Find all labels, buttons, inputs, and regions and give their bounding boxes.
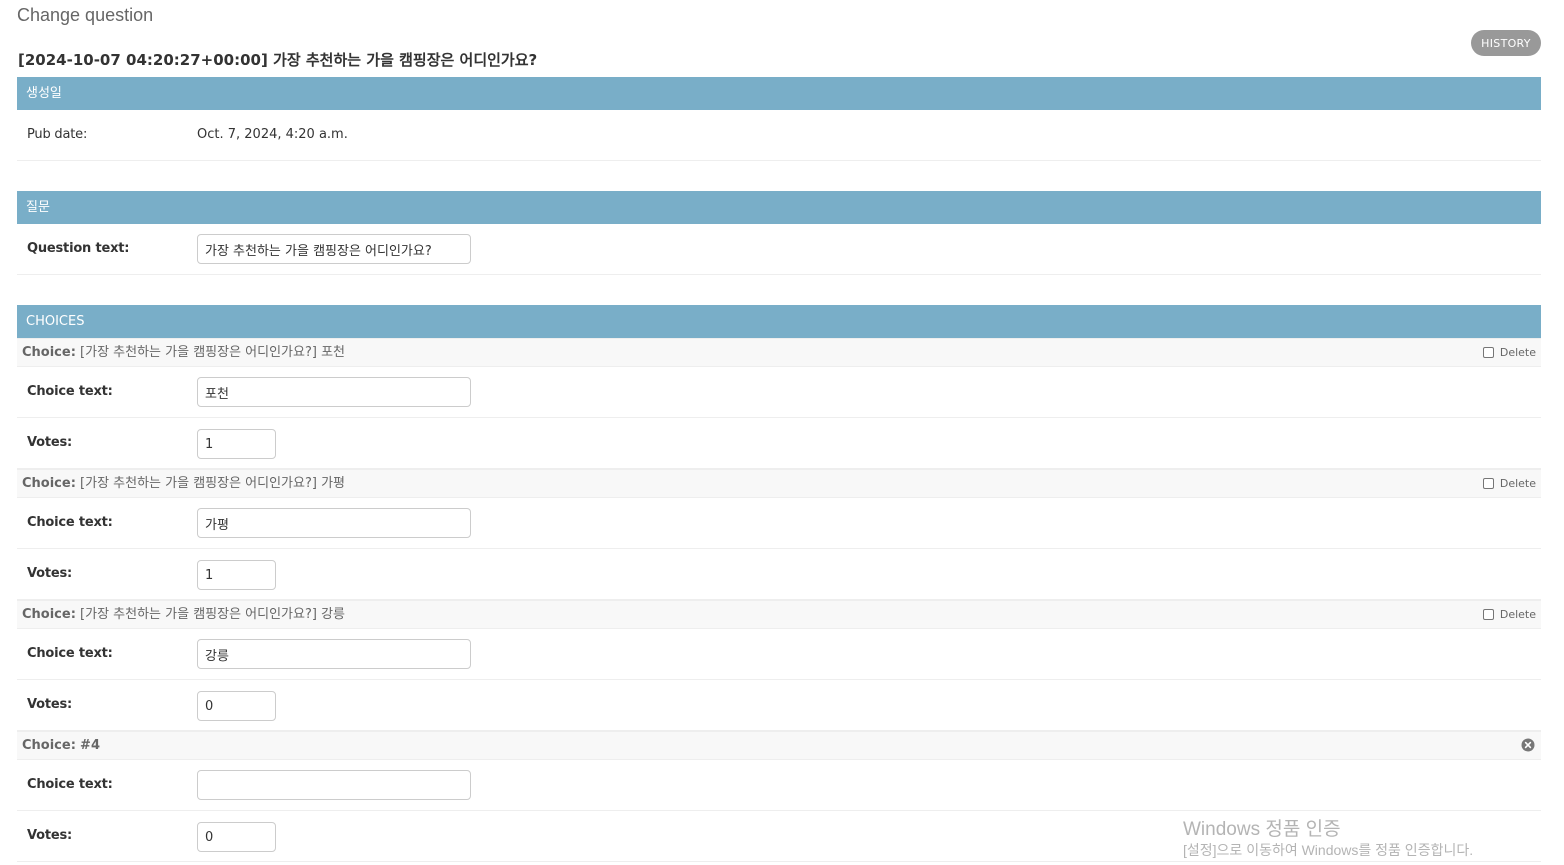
choice-3-votes-row: Votes: bbox=[17, 680, 1541, 731]
question-text-label: Question text: bbox=[27, 241, 130, 256]
choices-inline-group: CHOICES Choice: [가장 추천하는 가을 캠핑장은 어디인가요?]… bbox=[17, 305, 1541, 862]
choice-4-title: Choice: #4 bbox=[22, 738, 100, 753]
choice-2-votes-row: Votes: bbox=[17, 549, 1541, 600]
question-text-row: Question text: bbox=[17, 224, 1541, 275]
choice-1-delete[interactable]: Delete bbox=[1482, 339, 1536, 366]
choice-1-text-label: Choice text: bbox=[27, 384, 113, 399]
choice-3-header: Choice: [가장 추천하는 가을 캠핑장은 어디인가요?] 강릉 Dele… bbox=[17, 600, 1541, 629]
remove-inline-x-circle-icon[interactable] bbox=[1521, 738, 1535, 752]
choice-1-title: Choice: [가장 추천하는 가을 캠핑장은 어디인가요?] 포천 bbox=[22, 345, 345, 360]
choice-3-title: Choice: [가장 추천하는 가을 캠핑장은 어디인가요?] 강릉 bbox=[22, 607, 345, 622]
choice-1-delete-checkbox[interactable] bbox=[1482, 347, 1494, 358]
choice-3-text-row: Choice text: bbox=[17, 629, 1541, 680]
choice-3-votes-input[interactable] bbox=[197, 691, 276, 721]
choice-1-text-input[interactable] bbox=[197, 377, 471, 407]
choice-2-delete-label: Delete bbox=[1499, 477, 1536, 490]
choice-1-votes-row: Votes: bbox=[17, 418, 1541, 469]
choice-3-delete-checkbox[interactable] bbox=[1482, 609, 1494, 620]
history-button[interactable]: HISTORY bbox=[1471, 30, 1541, 56]
choice-4-header: Choice: #4 bbox=[17, 731, 1541, 760]
choice-2-votes-input[interactable] bbox=[197, 560, 276, 590]
choice-2-delete-checkbox[interactable] bbox=[1482, 478, 1494, 489]
choice-4-votes-input[interactable] bbox=[197, 822, 276, 852]
choice-4-text-row: Choice text: bbox=[17, 760, 1541, 811]
question-text-input[interactable] bbox=[197, 234, 471, 264]
choice-1-delete-label: Delete bbox=[1499, 346, 1536, 359]
choice-1-header: Choice: [가장 추천하는 가을 캠핑장은 어디인가요?] 포천 Dele… bbox=[17, 338, 1541, 367]
question-fieldset: 질문 Question text: bbox=[17, 191, 1541, 275]
choice-1-votes-label: Votes: bbox=[27, 435, 73, 450]
choice-3-delete[interactable]: Delete bbox=[1482, 601, 1536, 628]
choice-4-votes-label: Votes: bbox=[27, 828, 73, 843]
date-fieldset: 생성일 Pub date: Oct. 7, 2024, 4:20 a.m. bbox=[17, 77, 1541, 161]
pub-date-value: Oct. 7, 2024, 4:20 a.m. bbox=[197, 127, 348, 142]
choice-1-text-row: Choice text: bbox=[17, 367, 1541, 418]
choice-2-text-row: Choice text: bbox=[17, 498, 1541, 549]
choice-3-delete-label: Delete bbox=[1499, 608, 1536, 621]
choice-2-text-label: Choice text: bbox=[27, 515, 113, 530]
choice-3-text-label: Choice text: bbox=[27, 646, 113, 661]
pub-date-label: Pub date: bbox=[27, 127, 88, 142]
choice-2-header: Choice: [가장 추천하는 가을 캠핑장은 어디인가요?] 가평 Dele… bbox=[17, 469, 1541, 498]
choice-4-text-input[interactable] bbox=[197, 770, 471, 800]
choice-2-text-input[interactable] bbox=[197, 508, 471, 538]
choice-2-delete[interactable]: Delete bbox=[1482, 470, 1536, 497]
date-fieldset-caption: 생성일 bbox=[17, 77, 1541, 110]
pub-date-row: Pub date: Oct. 7, 2024, 4:20 a.m. bbox=[17, 110, 1541, 161]
activation-watermark-subtitle: [설정]으로 이동하여 Windows를 정품 인증합니다. bbox=[1183, 842, 1474, 858]
choice-2-title: Choice: [가장 추천하는 가을 캠핑장은 어디인가요?] 가평 bbox=[22, 476, 345, 491]
choice-1-votes-input[interactable] bbox=[197, 429, 276, 459]
choice-4-text-label: Choice text: bbox=[27, 777, 113, 792]
choice-3-votes-label: Votes: bbox=[27, 697, 73, 712]
choices-caption: CHOICES bbox=[17, 305, 1541, 338]
activation-watermark-title: Windows 정품 인증 bbox=[1183, 819, 1341, 840]
object-title: [2024-10-07 04:20:27+00:00] 가장 추천하는 가을 캠… bbox=[18, 51, 538, 69]
page-heading: Change question bbox=[17, 5, 154, 25]
choice-2-votes-label: Votes: bbox=[27, 566, 73, 581]
choice-3-text-input[interactable] bbox=[197, 639, 471, 669]
question-fieldset-caption: 질문 bbox=[17, 191, 1541, 224]
